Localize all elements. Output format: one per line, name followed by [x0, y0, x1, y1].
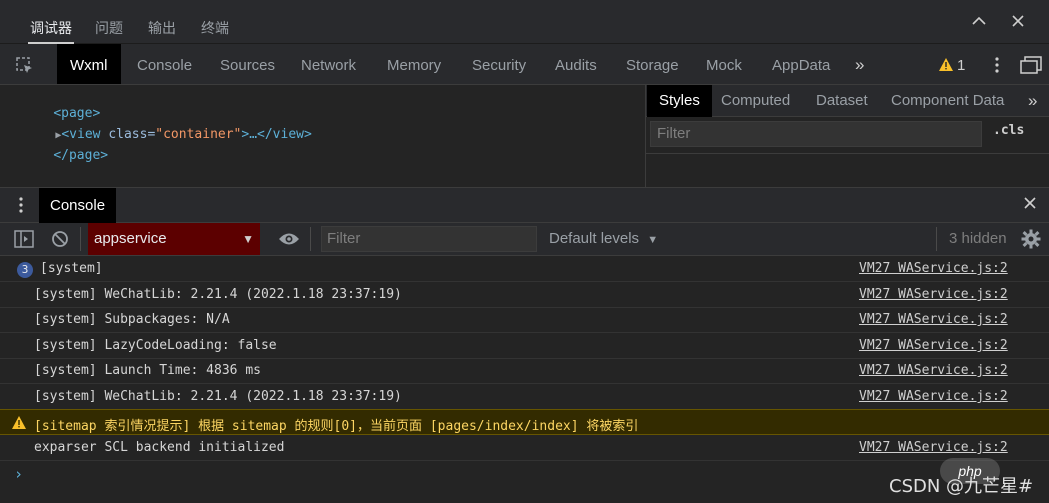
tab-output[interactable]: 输出 — [148, 18, 176, 38]
view-close-tag: >…</view> — [241, 127, 312, 142]
log-source-link[interactable]: VM27 WAService.js:2 — [859, 440, 1008, 455]
log-row: [system] WeChatLib: 2.21.4 (2022.1.18 23… — [0, 384, 1049, 410]
tab-problems[interactable]: 问题 — [95, 18, 123, 38]
tab-audits[interactable]: Audits — [555, 44, 597, 84]
tab-security[interactable]: Security — [472, 44, 526, 84]
tab-memory[interactable]: Memory — [387, 44, 441, 84]
view-attr-value: "container" — [155, 127, 242, 142]
drawer-header: Console — [0, 187, 1049, 223]
log-source-link[interactable]: VM27 WAService.js:2 — [859, 363, 1008, 378]
show-sidebar-icon[interactable] — [14, 230, 34, 251]
log-message: [system] Subpackages: N/A — [34, 312, 230, 327]
devtools-tab-bar: Wxml Console Sources Network Memory Secu… — [0, 44, 1049, 85]
tab-wxml[interactable]: Wxml — [57, 44, 121, 84]
console-toolbar: appservice ▼ Filter Default levels ▼ 3 h… — [0, 223, 1049, 256]
warning-icon — [12, 416, 26, 433]
wxml-tree: <page> ▶<view class="container">…</view>… — [0, 85, 645, 187]
chevron-down-icon: ▼ — [242, 232, 254, 246]
dock-side-icon[interactable] — [1020, 56, 1042, 77]
toolbar-divider — [310, 227, 311, 251]
tab-mock[interactable]: Mock — [706, 44, 742, 84]
toolbar-divider — [80, 227, 81, 251]
log-message: [system] LazyCodeLoading: false — [34, 338, 277, 353]
hidden-count: 3 hidden — [949, 230, 1007, 247]
log-source-link[interactable]: VM27 WAService.js:2 — [859, 338, 1008, 353]
log-source-link[interactable]: VM27 WAService.js:2 — [859, 312, 1008, 327]
log-row: [system] Subpackages: N/A VM27 WAService… — [0, 307, 1049, 333]
tab-component-data[interactable]: Component Data — [891, 85, 1004, 117]
tab-storage[interactable]: Storage — [626, 44, 679, 84]
repeat-count-badge: 3 — [17, 262, 33, 278]
tab-terminal[interactable]: 终端 — [201, 18, 229, 38]
close-panel-icon[interactable] — [1008, 13, 1028, 33]
log-message: exparser SCL backend initialized — [34, 440, 285, 455]
log-message: [system] — [40, 261, 103, 276]
drawer-menu-icon[interactable] — [18, 196, 24, 214]
levels-label: Default levels — [549, 230, 640, 247]
context-select[interactable]: appservice ▼ — [88, 223, 260, 255]
more-options-icon[interactable] — [994, 56, 1000, 77]
collapse-panel-icon[interactable] — [969, 13, 989, 33]
log-source-link[interactable]: VM27 WAService.js:2 — [859, 261, 1008, 276]
panel-tab-bar: 调试器 问题 输出 终端 — [0, 0, 1049, 44]
inspect-element-icon[interactable] — [16, 57, 34, 78]
cls-button[interactable]: .cls — [993, 123, 1024, 138]
log-row: [system] LazyCodeLoading: false VM27 WAS… — [0, 333, 1049, 359]
log-message: [system] WeChatLib: 2.21.4 (2022.1.18 23… — [34, 389, 402, 404]
log-row: [system] Launch Time: 4836 ms VM27 WASer… — [0, 358, 1049, 384]
log-message: [system] Launch Time: 4836 ms — [34, 363, 261, 378]
console-settings-gear-icon[interactable] — [1021, 229, 1041, 252]
styles-panel: Styles Computed Dataset Component Data »… — [645, 85, 1049, 187]
log-group-row[interactable]: 3 [system] VM27 WAService.js:2 — [0, 256, 1049, 282]
tab-styles[interactable]: Styles — [647, 85, 712, 117]
tab-computed[interactable]: Computed — [721, 85, 790, 117]
log-warning-row: [sitemap 索引情况提示] 根据 sitemap 的规则[0]，当前页面 … — [0, 409, 1049, 435]
context-select-value: appservice — [94, 230, 167, 247]
log-row: [system] WeChatLib: 2.21.4 (2022.1.18 23… — [0, 282, 1049, 308]
live-expression-eye-icon[interactable] — [278, 231, 300, 250]
drawer-tab-console[interactable]: Console — [39, 188, 117, 223]
warning-icon[interactable] — [939, 58, 953, 74]
log-message: [system] WeChatLib: 2.21.4 (2022.1.18 23… — [34, 287, 402, 302]
chevron-down-icon: ▼ — [647, 234, 659, 246]
console-log: 3 [system] VM27 WAService.js:2 [system] … — [0, 256, 1049, 503]
warning-message: [sitemap 索引情况提示] 根据 sitemap 的规则[0]，当前页面 … — [34, 419, 639, 434]
page-close-tag: </page> — [53, 148, 109, 163]
styles-tab-bar: Styles Computed Dataset Component Data » — [646, 85, 1049, 117]
default-levels-dropdown[interactable]: Default levels ▼ — [549, 223, 658, 255]
log-source-link[interactable]: VM27 WAService.js:2 — [859, 389, 1008, 404]
tree-node-page-close[interactable]: </page> — [22, 133, 108, 178]
console-filter-input[interactable]: Filter — [321, 226, 537, 252]
more-tabs-icon[interactable]: » — [855, 55, 864, 75]
console-prompt-chevron-icon[interactable]: › — [14, 465, 23, 483]
styles-filter-input[interactable]: Filter — [650, 121, 982, 147]
tab-console[interactable]: Console — [137, 44, 192, 84]
more-style-tabs-icon[interactable]: » — [1028, 91, 1037, 111]
warning-count: 1 — [957, 57, 966, 74]
tab-network[interactable]: Network — [301, 44, 356, 84]
watermark: CSDN @九芒星# — [889, 476, 1034, 497]
toolbar-divider — [936, 227, 937, 251]
view-attr-name: class= — [108, 127, 156, 142]
log-source-link[interactable]: VM27 WAService.js:2 — [859, 287, 1008, 302]
tab-dataset[interactable]: Dataset — [816, 85, 868, 117]
tab-debugger[interactable]: 调试器 — [28, 18, 74, 44]
log-row: exparser SCL backend initialized VM27 WA… — [0, 435, 1049, 461]
close-drawer-icon[interactable] — [1022, 194, 1038, 217]
tab-appdata[interactable]: AppData — [772, 44, 830, 84]
divider — [646, 153, 1049, 154]
clear-console-icon[interactable] — [51, 230, 69, 251]
tab-sources[interactable]: Sources — [220, 44, 275, 84]
